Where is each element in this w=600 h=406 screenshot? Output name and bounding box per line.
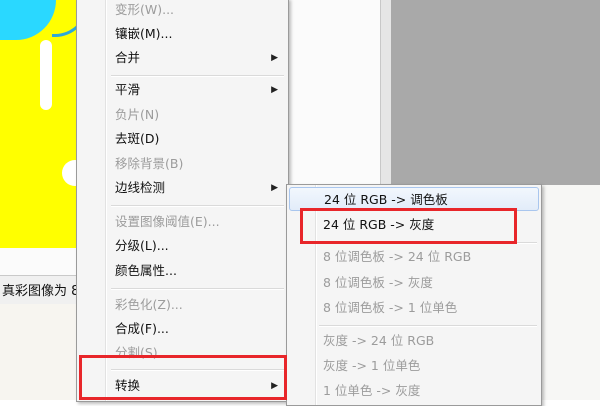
menu-item-edge-detect[interactable]: 边线检测 ▶ <box>77 176 288 200</box>
highlight-box-rgb-to-grayscale <box>300 208 517 244</box>
menu-separator <box>319 325 537 327</box>
context-menu: 变形(W)... 镶嵌(M)... 合并 ▶ 平滑 ▶ 负片(N) 去斑(D) 移除… <box>76 0 289 402</box>
menu-separator <box>111 288 284 290</box>
submenu-arrow-icon: ▶ <box>271 183 278 193</box>
menu-item-threshold[interactable]: 设置图像阈值(E)... <box>77 210 288 234</box>
submenu-item-palette-to-grayscale[interactable]: 8 位调色板 -> 灰度 <box>289 271 539 295</box>
menu-item-smooth[interactable]: 平滑 ▶ <box>77 78 288 102</box>
workspace-background <box>390 0 600 185</box>
menu-item-colorize[interactable]: 彩色化(Z)... <box>77 293 288 317</box>
submenu-arrow-icon: ▶ <box>271 53 278 63</box>
image-cyan-shape <box>0 0 56 40</box>
highlight-box-convert <box>79 355 287 400</box>
menu-item-levels[interactable]: 分级(L)... <box>77 234 288 258</box>
submenu-item-palette-to-mono[interactable]: 8 位调色板 -> 1 位单色 <box>289 296 539 320</box>
menu-item-merge[interactable]: 合并 ▶ <box>77 46 288 70</box>
menu-separator <box>111 75 284 77</box>
image-white-stroke <box>40 40 52 110</box>
menu-item-composite[interactable]: 合成(F)... <box>77 317 288 341</box>
submenu-item-grayscale-to-rgb[interactable]: 灰度 -> 24 位 RGB <box>289 329 539 353</box>
menu-separator <box>111 205 284 207</box>
menu-item-despeckle[interactable]: 去斑(D) <box>77 127 288 151</box>
menu-item-transform[interactable]: 变形(W)... <box>77 0 288 22</box>
submenu-item-mono-to-grayscale[interactable]: 1 位单色 -> 灰度 <box>289 379 539 403</box>
menu-item-remove-background[interactable]: 移除背景(B) <box>77 152 288 176</box>
submenu-arrow-icon: ▶ <box>271 85 278 95</box>
menu-item-negative[interactable]: 负片(N) <box>77 103 288 127</box>
menu-item-color-properties[interactable]: 颜色属性... <box>77 259 288 283</box>
workspace-lower <box>540 185 600 400</box>
status-text: 真彩图像为 8 <box>2 284 80 299</box>
submenu-item-palette-to-rgb[interactable]: 8 位调色板 -> 24 位 RGB <box>289 245 539 269</box>
menu-item-mosaic[interactable]: 镶嵌(M)... <box>77 22 288 46</box>
submenu-item-grayscale-to-mono[interactable]: 灰度 -> 1 位单色 <box>289 354 539 378</box>
